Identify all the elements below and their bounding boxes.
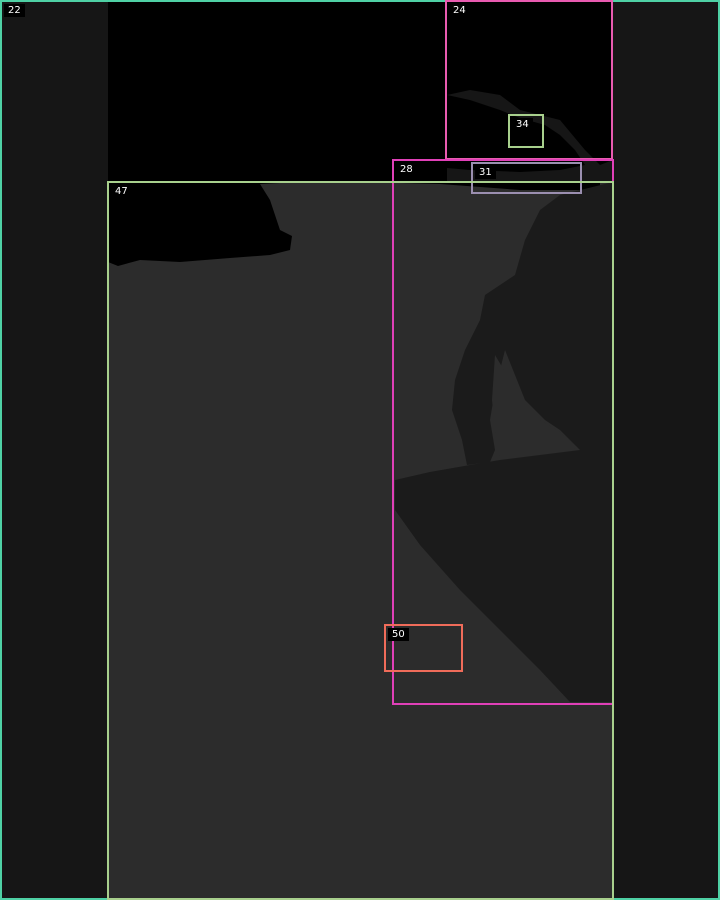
region-24-label: 24 bbox=[449, 4, 470, 17]
region-34-label: 34 bbox=[512, 118, 533, 131]
region-50: 50 bbox=[384, 624, 463, 672]
region-34: 34 bbox=[508, 114, 544, 148]
region-47-label: 47 bbox=[111, 185, 132, 198]
region-31-label: 31 bbox=[475, 166, 496, 179]
region-50-label: 50 bbox=[388, 628, 409, 641]
region-47: 47 bbox=[107, 181, 614, 900]
segmentation-view: 22 24 34 28 31 47 50 bbox=[0, 0, 720, 900]
region-28-label: 28 bbox=[396, 163, 417, 176]
region-22-label: 22 bbox=[4, 4, 25, 17]
